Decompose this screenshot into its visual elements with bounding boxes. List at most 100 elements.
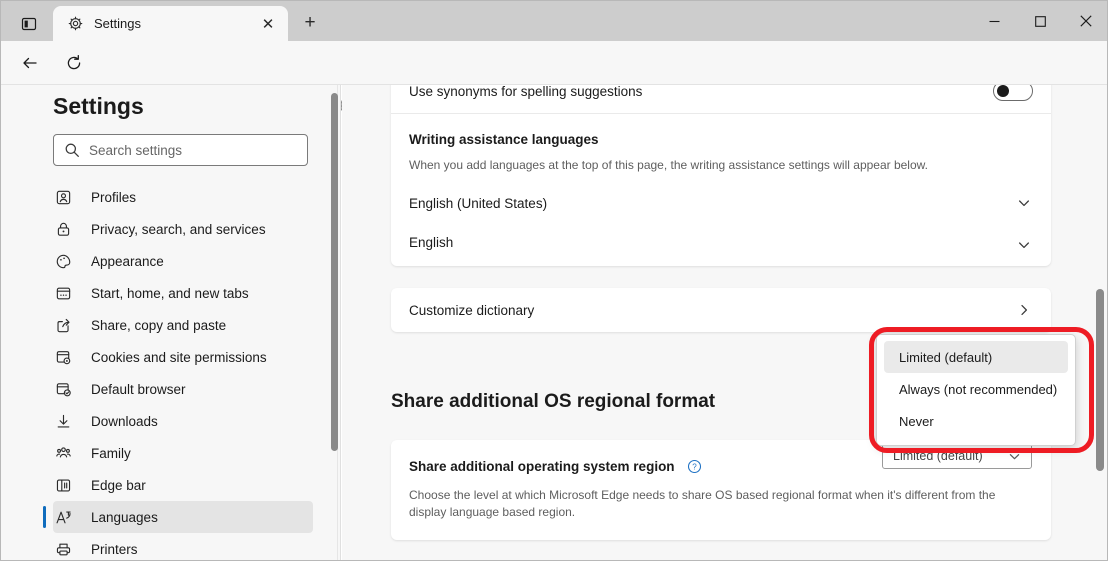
browser-window: Settings ✕ + — [0, 0, 1108, 561]
sidebar-item-share-copy-and-paste[interactable]: Share, copy and paste — [53, 309, 313, 341]
languages-icon — [55, 509, 72, 526]
gear-icon — [66, 15, 84, 33]
share-icon — [53, 317, 73, 334]
minimize-button[interactable] — [971, 1, 1017, 41]
search-input[interactable] — [89, 143, 307, 158]
search-icon — [64, 142, 80, 158]
palette-icon — [53, 253, 73, 270]
printer-icon — [55, 541, 72, 558]
language-label: English (United States) — [409, 196, 547, 211]
edge-bar-icon — [53, 477, 73, 494]
edge-bar-icon — [55, 477, 72, 494]
maximize-button[interactable] — [1017, 1, 1063, 41]
sidebar-item-label: Edge bar — [91, 478, 146, 493]
dropdown-option[interactable]: Never — [884, 405, 1068, 437]
reload-button[interactable] — [59, 48, 89, 78]
palette-icon — [55, 253, 72, 270]
sidebar-item-label: Share, copy and paste — [91, 318, 226, 333]
language-row-en-us[interactable]: English (United States) — [391, 182, 1051, 224]
download-icon — [55, 413, 72, 430]
svg-text:?: ? — [692, 463, 697, 472]
default-browser-icon — [55, 381, 72, 398]
sidebar-item-cookies-and-site-permissions[interactable]: Cookies and site permissions — [53, 341, 313, 373]
writing-assistance-title: Writing assistance languages — [409, 132, 1033, 147]
sidebar-item-label: Profiles — [91, 190, 136, 205]
chevron-down-icon[interactable] — [1015, 194, 1033, 212]
cookies-icon — [55, 349, 72, 366]
sidebar-item-downloads[interactable]: Downloads — [53, 405, 313, 437]
customize-dictionary-card[interactable]: Customize dictionary — [391, 288, 1051, 332]
sidebar-item-languages[interactable]: Languages — [53, 501, 313, 533]
sidebar-item-label: Start, home, and new tabs — [91, 286, 249, 301]
sidebar-item-printers[interactable]: Printers — [53, 533, 313, 561]
browser-tab[interactable]: Settings ✕ — [53, 6, 288, 41]
printer-icon — [53, 541, 73, 558]
chevron-right-icon[interactable] — [1015, 301, 1033, 319]
sidebar-item-label: Downloads — [91, 414, 158, 429]
help-circle-icon[interactable]: ? — [687, 459, 702, 474]
os-region-description: Choose the level at which Microsoft Edge… — [409, 487, 1034, 522]
profiles-icon — [55, 189, 72, 206]
reload-icon — [65, 54, 83, 72]
os-region-select[interactable]: Limited (default) — [882, 443, 1032, 469]
sidebar-item-appearance[interactable]: Appearance — [53, 245, 313, 277]
home-tabs-icon — [55, 285, 72, 302]
sidebar-item-label: Default browser — [91, 382, 186, 397]
customize-dictionary-label: Customize dictionary — [409, 303, 534, 318]
cookies-icon — [53, 349, 73, 366]
sidebar-item-label: Languages — [91, 510, 158, 525]
share-icon — [55, 317, 72, 334]
synonyms-row[interactable]: Use synonyms for spelling suggestions — [391, 85, 1051, 113]
tab-title: Settings — [94, 16, 255, 31]
home-tabs-icon — [53, 285, 73, 302]
chevron-down-icon — [1008, 450, 1021, 466]
sidebar-item-label: Privacy, search, and services — [91, 222, 266, 237]
sidebar-item-family[interactable]: Family — [53, 437, 313, 469]
back-button[interactable] — [15, 48, 45, 78]
browser-toolbar: Edge edge://settings/languages ? ••• — [1, 41, 1108, 85]
sidebar-item-profiles[interactable]: Profiles — [53, 181, 313, 213]
close-icon — [1080, 15, 1092, 27]
dropdown-option[interactable]: Always (not recommended) — [884, 373, 1068, 405]
download-icon — [53, 413, 73, 430]
settings-content: Use synonyms for spelling suggestions Wr… — [342, 85, 1108, 561]
new-tab-button[interactable]: + — [296, 10, 324, 36]
page-scrollbar-thumb[interactable] — [1096, 289, 1104, 471]
chevron-down-icon[interactable] — [1015, 236, 1033, 254]
family-icon — [55, 445, 72, 462]
settings-sidebar: Settings Profiles Privacy, search, and se… — [1, 85, 341, 561]
sidebar-item-default-browser[interactable]: Default browser — [53, 373, 313, 405]
sidebar-scrollbar-thumb[interactable] — [331, 93, 338, 451]
minimize-icon — [989, 16, 1000, 27]
page-title: Settings — [53, 93, 144, 120]
language-label: English — [409, 235, 453, 250]
sidebar-item-label: Printers — [91, 542, 138, 557]
synonyms-label: Use synonyms for spelling suggestions — [409, 85, 642, 99]
sidebar-item-label: Family — [91, 446, 131, 461]
os-region-select-value: Limited (default) — [893, 449, 983, 463]
split-panel-icon — [21, 16, 37, 32]
settings-nav: Profiles Privacy, search, and services App… — [1, 181, 341, 561]
title-bar: Settings ✕ + — [1, 1, 1108, 41]
writing-assistance-header: Writing assistance languages When you ad… — [391, 114, 1051, 174]
tab-actions-button[interactable] — [11, 9, 47, 39]
languages-icon — [53, 509, 73, 526]
sidebar-item-privacy-search-and-services[interactable]: Privacy, search, and services — [53, 213, 313, 245]
customize-dictionary-row[interactable]: Customize dictionary — [391, 288, 1051, 332]
lock-icon — [55, 221, 72, 238]
language-row-en[interactable]: English — [391, 224, 1051, 266]
os-region-label: Share additional operating system region — [409, 459, 675, 474]
family-icon — [53, 445, 73, 462]
os-region-dropdown[interactable]: Limited (default)Always (not recommended… — [876, 334, 1076, 446]
dropdown-option[interactable]: Limited (default) — [884, 341, 1068, 373]
synonyms-toggle[interactable] — [993, 85, 1033, 101]
sidebar-item-edge-bar[interactable]: Edge bar — [53, 469, 313, 501]
close-window-button[interactable] — [1063, 1, 1108, 41]
toggle-knob — [997, 85, 1009, 97]
sidebar-item-label: Appearance — [91, 254, 164, 269]
search-settings-box[interactable] — [53, 134, 308, 166]
sidebar-item-start-home-and-new-tabs[interactable]: Start, home, and new tabs — [53, 277, 313, 309]
writing-assistance-description: When you add languages at the top of thi… — [409, 157, 1033, 174]
maximize-icon — [1035, 16, 1046, 27]
close-icon[interactable]: ✕ — [255, 11, 281, 37]
